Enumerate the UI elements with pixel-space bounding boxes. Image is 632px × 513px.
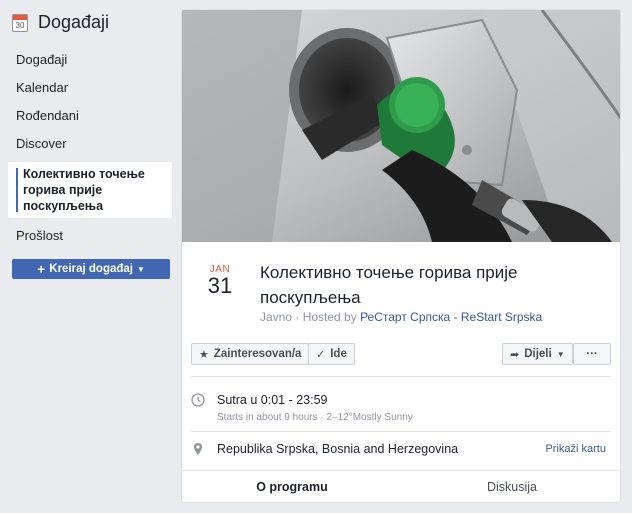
interested-button[interactable]: ★ Zainteresovan/a xyxy=(191,343,310,365)
event-title: Колективно точење горива прије поскупљењ… xyxy=(260,263,518,307)
share-label: Dijeli xyxy=(524,348,552,360)
calendar-icon: 30 xyxy=(12,13,28,32)
sidebar-item-current-event[interactable]: Колективно точење горива прије поскупљењ… xyxy=(8,162,172,218)
event-time[interactable]: Sutra u 0:01 - 23:59 xyxy=(217,393,328,407)
event-card: JAN 31 Колективно точење горива прије по… xyxy=(181,9,621,503)
sidebar-nav: Događaji Kalendar Rođendani Discover Кол… xyxy=(0,46,180,250)
sidebar-title[interactable]: Događaji xyxy=(38,12,109,33)
event-day: 31 xyxy=(207,273,233,298)
sidebar: 30 Događaji Događaji Kalendar Rođendani … xyxy=(0,0,180,513)
going-button[interactable]: ✓ Ide xyxy=(308,343,355,365)
sidebar-item-past[interactable]: Prošlost xyxy=(0,222,180,250)
event-tabs: O programu Diskusija xyxy=(182,470,620,502)
sidebar-item-events[interactable]: Događaji xyxy=(0,46,180,74)
check-icon: ✓ xyxy=(316,348,326,361)
divider xyxy=(191,431,611,432)
tab-about[interactable]: O programu xyxy=(182,471,402,502)
tab-discussion[interactable]: Diskusija xyxy=(402,471,620,502)
event-location[interactable]: Republika Srpska, Bosnia and Herzegovina xyxy=(217,442,458,456)
clock-icon xyxy=(191,393,205,407)
share-button[interactable]: ➦ Dijeli ▼ xyxy=(502,343,573,365)
plus-icon: + xyxy=(37,261,46,277)
sidebar-item-discover[interactable]: Discover xyxy=(0,130,180,158)
sidebar-item-calendar[interactable]: Kalendar xyxy=(0,74,180,102)
event-subtitle: Javno · Hosted by РеСтарт Српска - ReSta… xyxy=(260,310,542,324)
create-event-button[interactable]: + Kreiraj događaj ▼ xyxy=(12,259,170,279)
hosted-by-prefix: · Hosted by xyxy=(295,310,361,324)
sidebar-item-birthdays[interactable]: Rođendani xyxy=(0,102,180,130)
more-icon: ··· xyxy=(586,348,598,360)
event-privacy: Javno xyxy=(260,310,293,324)
chevron-down-icon: ▼ xyxy=(556,349,565,359)
star-icon: ★ xyxy=(199,348,209,361)
event-time-subtext: Starts in about 9 hours · 2–12°Mostly Su… xyxy=(217,412,413,423)
sidebar-header: 30 Događaji xyxy=(12,12,109,33)
divider xyxy=(191,376,611,377)
event-time-row: Sutra u 0:01 - 23:59 Starts in about 9 h… xyxy=(191,393,606,423)
event-cover-photo[interactable] xyxy=(182,10,620,242)
chevron-down-icon: ▼ xyxy=(136,264,145,274)
create-event-label: Kreiraj događaj xyxy=(49,263,133,275)
share-arrow-icon: ➦ xyxy=(510,348,520,361)
interested-label: Zainteresovan/a xyxy=(213,348,302,360)
more-options-button[interactable]: ··· xyxy=(573,343,611,365)
event-date-badge: JAN 31 xyxy=(204,264,236,297)
going-label: Ide xyxy=(330,348,347,360)
show-map-link[interactable]: Prikaži kartu xyxy=(545,443,606,455)
event-host-link[interactable]: РеСтарт Српска - ReStart Srpska xyxy=(360,310,542,324)
calendar-icon-day: 30 xyxy=(15,20,25,30)
event-location-row: Republika Srpska, Bosnia and Herzegovina… xyxy=(191,442,606,460)
map-pin-icon xyxy=(194,443,202,455)
